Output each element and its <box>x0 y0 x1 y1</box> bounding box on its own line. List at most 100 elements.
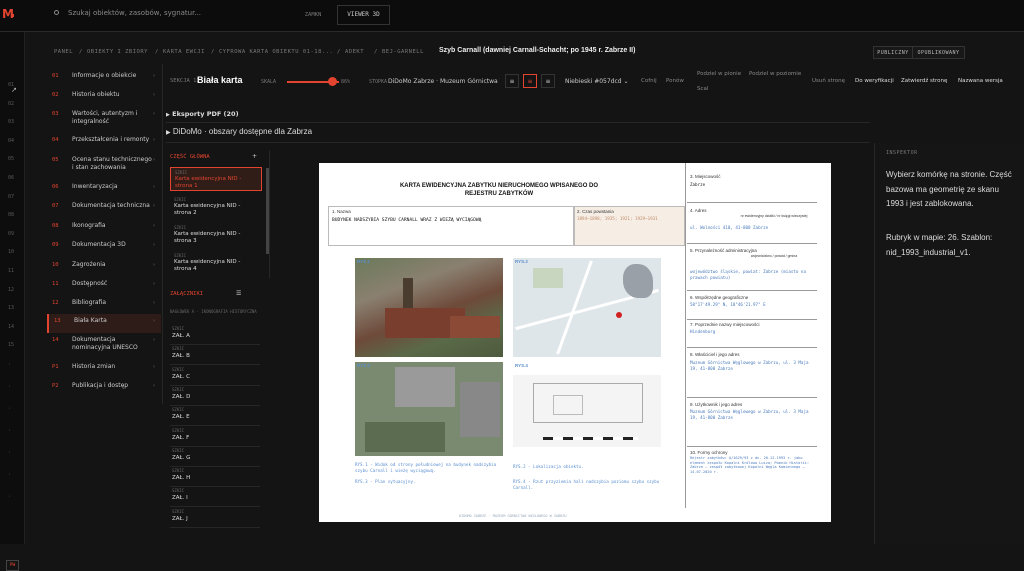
attachment-item[interactable]: SZKIC ZAŁ. D <box>170 386 260 406</box>
rail-number[interactable]: 03 <box>8 119 14 125</box>
section-item[interactable]: 02 Historia obiektu › <box>47 88 161 104</box>
attachment-item[interactable]: SZKIC ZAŁ. C <box>170 366 260 386</box>
split-horizontal-button[interactable]: Podziel w poziomie <box>749 71 801 77</box>
section-number: 11 <box>52 281 59 287</box>
rail-number[interactable]: 06 <box>8 175 14 181</box>
footer-select[interactable]: DiDoMo Zabrze · Muzeum Górnictwa Węglowe… <box>388 78 500 85</box>
redo-button[interactable]: Ponów <box>666 78 684 84</box>
didomo-accordion[interactable]: ▶ DiDoMo · obszary dostępne dla Zabrza <box>166 127 870 143</box>
section-item[interactable]: 13 Biała Karta › <box>47 314 161 333</box>
section-item[interactable]: P2 Publikacja i dostęp › <box>47 379 161 395</box>
rail-number[interactable]: 01 <box>8 82 14 88</box>
section-item[interactable]: 11 Dostępność › <box>47 277 161 293</box>
merge-button[interactable]: Scal <box>697 86 708 92</box>
section-label: Zagrożenia <box>72 261 106 268</box>
section-item[interactable]: 12 Bibliografia › <box>47 296 161 312</box>
attachment-item[interactable]: SZKIC ZAŁ. F <box>170 427 260 447</box>
site-plan-photo[interactable] <box>355 362 503 456</box>
align-center-icon[interactable]: ≡ <box>523 74 537 88</box>
attachment-item[interactable]: SZKIC ZAŁ. E <box>170 406 260 427</box>
split-vertical-button[interactable]: Podziel w pionie <box>697 71 741 77</box>
attachment-item[interactable]: SZKIC ZAŁ. B <box>170 345 260 366</box>
scale-slider-handle[interactable] <box>327 77 337 86</box>
rail-number[interactable]: 05 <box>8 156 14 162</box>
attachment-item[interactable]: SZKIC ZAŁ. J <box>170 508 260 528</box>
breadcrumb-separator: / <box>374 49 378 55</box>
scale-label: SKALA <box>261 79 277 85</box>
named-version-button[interactable]: Nazwana wersja <box>958 78 1003 84</box>
f7-value: Hindenburg <box>690 329 716 334</box>
viewer-3d-button[interactable]: VIEWER 3D <box>337 5 390 25</box>
color-select[interactable]: Niebieski #057dcd ⌄ <box>565 78 629 85</box>
page-item[interactable]: SZKIC Karta ewidencyjna NID - strona 1 <box>170 167 262 191</box>
rail-number[interactable]: 13 <box>8 305 14 311</box>
section-item[interactable]: 14 Dokumentacja nominacyjna UNESCO › <box>47 333 161 359</box>
attachment-item[interactable]: SZKIC ZAŁ. I <box>170 487 260 508</box>
rail-number[interactable]: 02 <box>8 101 14 107</box>
attachment-item[interactable]: SZKIC ZAŁ. G <box>170 447 260 467</box>
chevron-right-icon: › <box>153 318 155 324</box>
add-page-icon[interactable]: + <box>252 153 257 160</box>
breadcrumb-item[interactable]: OBIEKTY I ZBIORY <box>87 49 148 55</box>
rail-number[interactable]: 08 <box>8 212 14 218</box>
object-title: Szyb Carnall (dawniej Carnall-Schacht; p… <box>439 47 636 54</box>
section-item[interactable]: P1 Historia zmian › <box>47 360 161 376</box>
attachment-item[interactable]: SZKIC ZAŁ. A <box>170 325 260 345</box>
rys1-tag: RYS.1 <box>357 259 370 264</box>
f4-label: 4. Adres <box>690 208 707 213</box>
rail-number[interactable]: 10 <box>8 249 14 255</box>
search-input[interactable]: Szukaj obiektów, zasobów, sygnatur... <box>54 9 201 17</box>
rail-dot: · <box>8 362 12 368</box>
rail-number[interactable]: 07 <box>8 194 14 200</box>
location-map[interactable] <box>513 258 661 357</box>
breadcrumb-item[interactable]: BEJ-GARNELL <box>382 49 424 55</box>
section-item[interactable]: 10 Zagrożenia › <box>47 258 161 274</box>
floor-plan-drawing[interactable] <box>513 375 661 447</box>
attachment-label: ZAŁ. D <box>172 393 191 400</box>
chevron-right-icon: › <box>153 300 155 306</box>
rail-number[interactable]: 14 <box>8 324 14 330</box>
to-verify-button[interactable]: Do weryfikacji <box>855 78 894 84</box>
attachment-status: SZKIC <box>172 508 185 514</box>
section-item[interactable]: 09 Dokumentacja 3D › <box>47 238 161 254</box>
approve-page-button[interactable]: Zatwierdź stronę <box>901 78 947 84</box>
section-item[interactable]: 05 Ocena stanu technicznego i stan zachow… <box>47 153 161 183</box>
attachments-menu-icon[interactable]: ☰ <box>236 290 241 297</box>
align-right-icon[interactable]: ≡ <box>541 74 555 88</box>
close-button[interactable]: ZAMKN <box>294 6 332 24</box>
aerial-photo[interactable] <box>355 258 503 357</box>
breadcrumb-item[interactable]: CYFROWA KARTA OBIEKTU 01-18... <box>219 49 333 55</box>
logo-dot-icon <box>11 14 14 17</box>
pages-scrollbar[interactable] <box>266 168 269 254</box>
align-left-icon[interactable]: ≡ <box>505 74 519 88</box>
rail-number[interactable]: 12 <box>8 287 14 293</box>
rail-footer-badge[interactable]: PW <box>6 560 19 571</box>
section-item[interactable]: 07 Dokumentacja techniczna › <box>47 199 161 215</box>
breadcrumb-item[interactable]: ADEKT <box>345 49 364 55</box>
attachment-status: SZKIC <box>172 346 185 352</box>
chevron-right-icon: › <box>153 364 155 370</box>
page-item[interactable]: SZKIC Karta ewidencyjna NID - strona 2 <box>170 195 262 219</box>
published-status-pill[interactable]: OPUBLIKOWANY <box>912 46 965 59</box>
field-1[interactable] <box>328 206 574 246</box>
section-item[interactable]: 04 Przekształcenia i remonty › <box>47 133 161 151</box>
f9-label: 9. Użytkownik i jego adres <box>690 402 743 407</box>
breadcrumb-item[interactable]: PANEL <box>54 49 73 55</box>
section-item[interactable]: 06 Inwentaryzacja › <box>47 180 161 196</box>
pdf-exports-accordion[interactable]: ▶ Eksporty PDF (20) <box>166 110 870 123</box>
public-status-pill[interactable]: PUBLICZNY <box>873 46 913 59</box>
breadcrumb-item[interactable]: KARTA EWCJI <box>163 49 205 55</box>
section-item[interactable]: 01 Informacje o obiekcie › <box>47 69 161 85</box>
rail-number[interactable]: 04 <box>8 138 14 144</box>
section-item[interactable]: 03 Wartości, autentyzm i integralność › <box>47 107 161 135</box>
delete-page-button[interactable]: Usuń stronę <box>812 78 845 84</box>
page-item[interactable]: SZKIC Karta ewidencyjna NID - strona 3 <box>170 223 262 247</box>
page-item[interactable]: SZKIC Karta ewidencyjna NID - strona 4 <box>170 251 262 275</box>
rail-number[interactable]: 11 <box>8 268 14 274</box>
rail-number[interactable]: 15 <box>8 342 14 348</box>
rail-number[interactable]: 09 <box>8 231 14 237</box>
right-field-8[interactable] <box>687 350 817 398</box>
undo-button[interactable]: Cofnij <box>641 78 657 84</box>
section-item[interactable]: 08 Ikonografia › <box>47 219 161 235</box>
attachment-item[interactable]: SZKIC ZAŁ. H <box>170 467 260 488</box>
